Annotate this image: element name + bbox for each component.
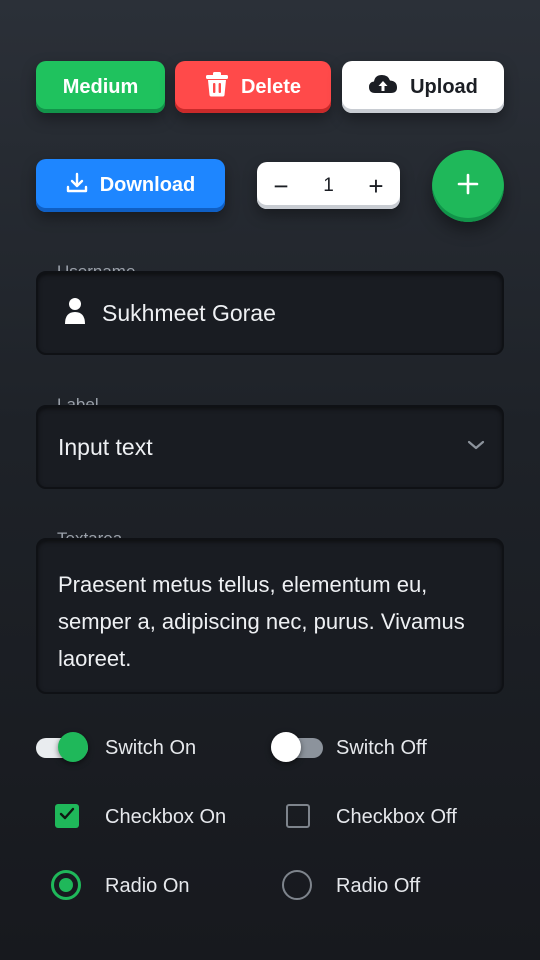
textarea-value: Praesent metus tellus, elementum eu, sem… (58, 572, 465, 671)
delete-button-label: Delete (240, 75, 302, 98)
cloud-upload-icon (368, 73, 398, 101)
switch-off-label: Switch Off (336, 737, 427, 759)
trash-icon (205, 71, 229, 103)
select-field[interactable]: Input text (36, 405, 504, 489)
radio-off[interactable] (282, 870, 312, 900)
checkbox-off[interactable] (286, 804, 310, 828)
radio-off-label: Radio Off (336, 875, 421, 897)
increment-button[interactable]: + (366, 173, 386, 199)
switch-on-label: Switch On (105, 737, 197, 759)
user-icon (64, 297, 86, 330)
radio-on[interactable] (51, 870, 81, 900)
medium-button[interactable]: Medium (36, 61, 165, 113)
checkbox-on[interactable] (55, 804, 79, 828)
select-value: Input text (58, 433, 153, 460)
radio-dot (59, 878, 73, 892)
delete-button[interactable]: Delete (175, 61, 331, 113)
switch-knob (58, 732, 88, 762)
checkmark-icon (59, 807, 75, 826)
switch-off-toggle[interactable] (271, 732, 323, 762)
upload-button-label: Upload (410, 75, 478, 98)
decrement-button[interactable]: − (271, 173, 291, 199)
switch-knob (271, 732, 301, 762)
add-fab-button[interactable] (432, 150, 504, 222)
username-value: Sukhmeet Gorae (102, 299, 276, 326)
upload-button[interactable]: Upload (342, 61, 504, 113)
stepper-value: 1 (323, 174, 334, 196)
download-button[interactable]: Download (36, 159, 225, 212)
download-icon (66, 172, 88, 200)
radio-on-label: Radio On (105, 875, 190, 897)
plus-icon (456, 172, 480, 201)
chevron-down-icon (466, 438, 486, 456)
quantity-stepper: − 1 + (257, 162, 400, 209)
medium-button-label: Medium (62, 75, 139, 98)
download-button-label: Download (99, 174, 196, 196)
switch-on-toggle[interactable] (36, 732, 88, 762)
textarea-field[interactable]: Praesent metus tellus, elementum eu, sem… (36, 538, 504, 694)
checkbox-on-label: Checkbox On (105, 806, 227, 828)
username-field[interactable]: Sukhmeet Gorae (36, 271, 504, 355)
checkbox-off-label: Checkbox Off (336, 806, 457, 828)
